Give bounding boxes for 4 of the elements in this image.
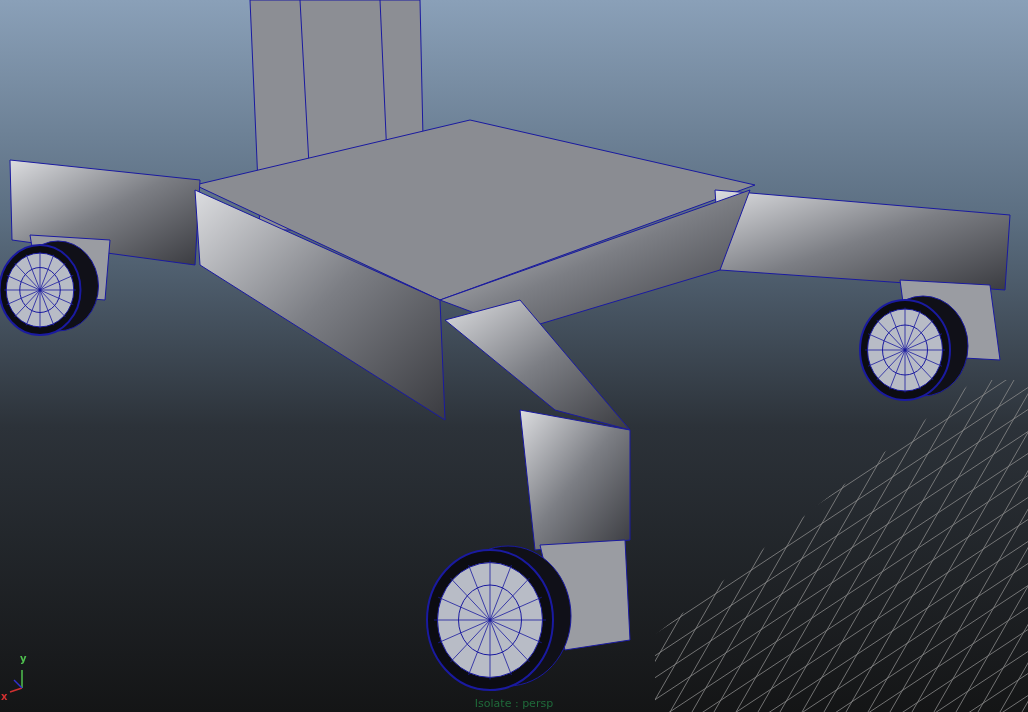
axis-icon (9, 669, 23, 693)
viewport[interactable]: y x Isolate : persp (0, 0, 1028, 712)
axis-label: x (1, 691, 8, 702)
axis-label: y (20, 653, 27, 664)
